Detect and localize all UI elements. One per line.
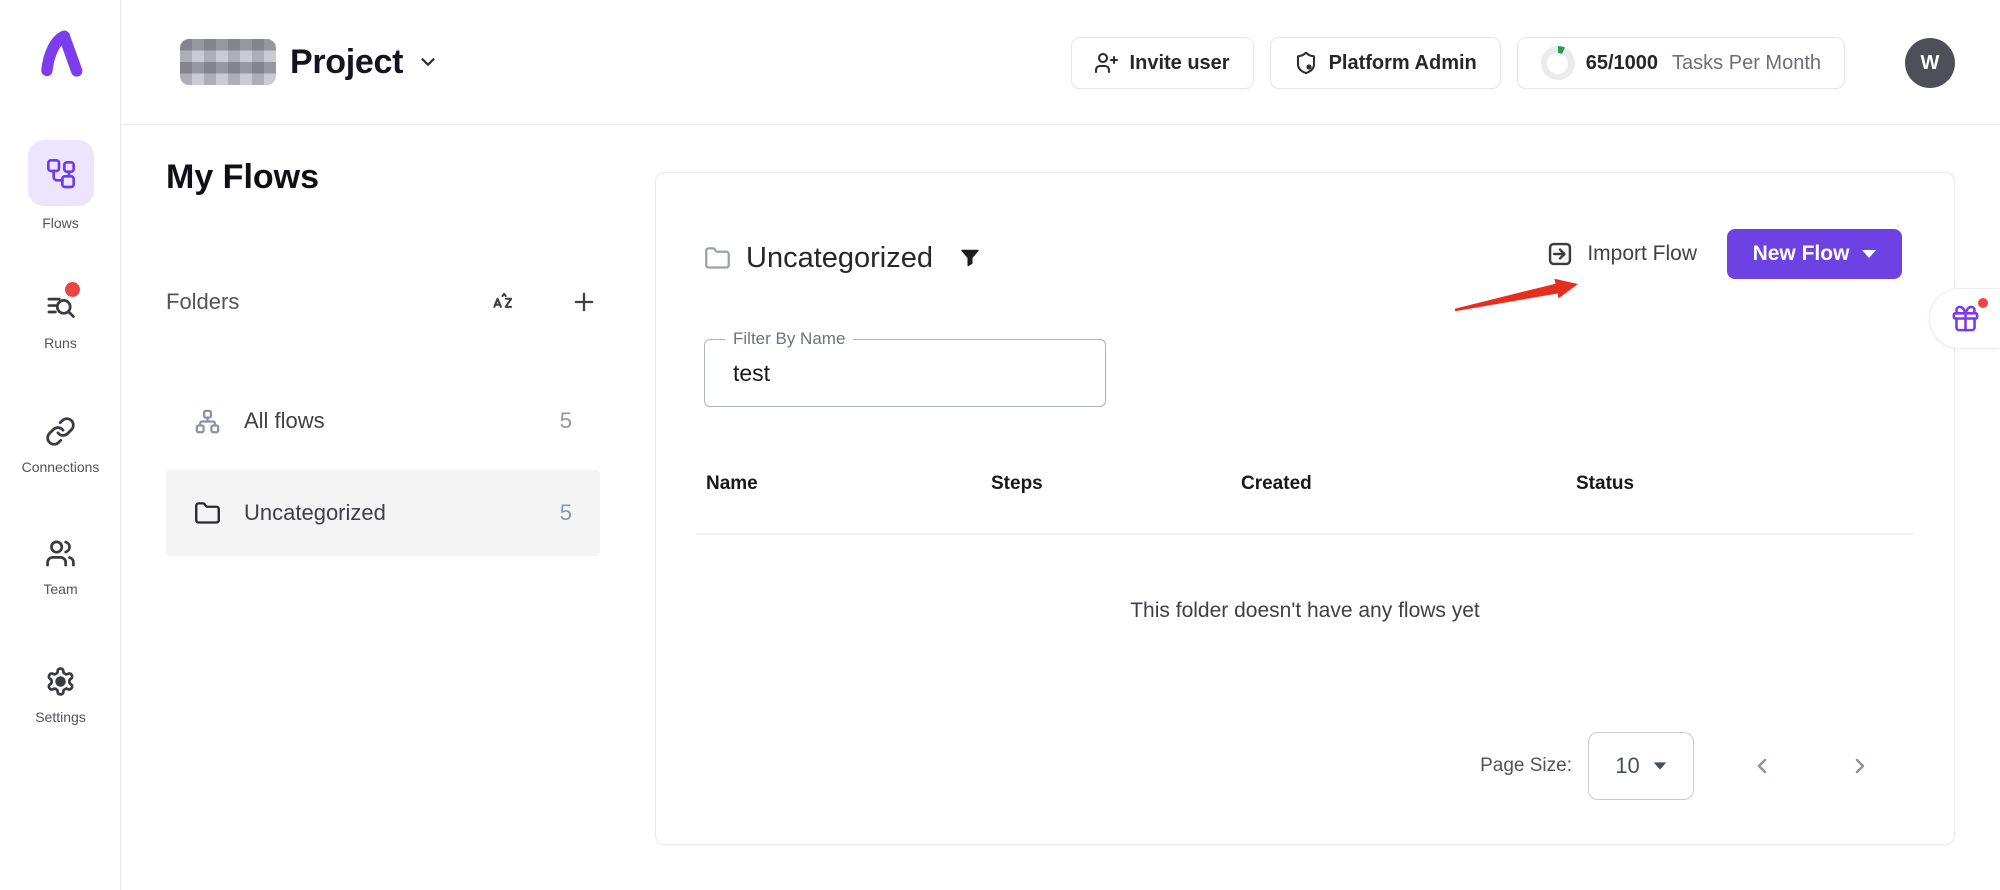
sort-alpha-icon — [490, 289, 516, 315]
sidebar-label-connections: Connections — [22, 459, 100, 475]
page-size-label: Page Size: — [1480, 755, 1572, 777]
previous-page-button[interactable] — [1746, 750, 1778, 782]
shield-icon — [1294, 51, 1318, 75]
gift-icon — [1950, 303, 1981, 334]
chevron-left-icon — [1750, 754, 1774, 778]
sidebar-item-flows[interactable]: Flows — [0, 140, 121, 231]
whats-new-gift-tab[interactable] — [1929, 288, 2000, 349]
new-flow-button[interactable]: New Flow — [1727, 229, 1902, 279]
top-actions: Invite user Platform Admin 65/1000 Tasks… — [1071, 37, 1955, 89]
sidebar-item-connections[interactable]: Connections — [0, 412, 121, 475]
users-icon — [45, 538, 76, 569]
flows-table-card: Uncategorized Import Flow New Flow Filte… — [655, 172, 1955, 845]
next-page-button[interactable] — [1844, 750, 1876, 782]
folder-icon — [704, 245, 731, 272]
sidebar-label-team: Team — [43, 581, 77, 597]
page-size-value: 10 — [1615, 753, 1639, 779]
sidebar-item-runs[interactable]: Runs — [0, 288, 121, 351]
folder-item-count: 5 — [560, 500, 572, 526]
invite-user-label: Invite user — [1130, 52, 1230, 75]
user-plus-icon — [1095, 51, 1119, 75]
page-size-select[interactable]: 10 — [1588, 732, 1694, 800]
folders-label: Folders — [166, 289, 239, 315]
sidebar-label-runs: Runs — [44, 335, 77, 351]
project-title: Project — [290, 43, 403, 82]
folder-item-uncategorized[interactable]: Uncategorized 5 — [166, 470, 600, 556]
platform-admin-label: Platform Admin — [1329, 52, 1477, 75]
tasks-label: Tasks Per Month — [1672, 52, 1821, 75]
chevron-right-icon — [1848, 754, 1872, 778]
new-flow-label: New Flow — [1753, 242, 1850, 266]
plus-icon — [570, 288, 598, 316]
sort-alpha-button[interactable] — [490, 289, 516, 315]
link-icon — [45, 416, 76, 447]
folder-item-label: All flows — [244, 408, 325, 434]
chevron-down-icon — [1653, 762, 1666, 769]
filter-by-name-input[interactable] — [705, 340, 1105, 406]
page-title: My Flows — [166, 158, 319, 197]
funnel-icon — [958, 246, 982, 270]
add-folder-button[interactable] — [570, 288, 598, 316]
workflow-icon — [45, 157, 77, 189]
chevron-down-icon — [1862, 250, 1876, 258]
pagination: Page Size: 10 — [1480, 732, 1876, 800]
icon-sidebar: Flows Runs Connections — [0, 0, 121, 890]
filter-funnel-button[interactable] — [958, 246, 982, 270]
folder-icon — [194, 500, 221, 527]
column-header-steps: Steps — [991, 473, 1241, 495]
tasks-progress-ring — [1541, 46, 1575, 80]
table-header-row: Name Steps Created Status — [706, 473, 1904, 495]
column-header-status: Status — [1576, 473, 1904, 495]
column-header-created: Created — [1241, 473, 1576, 495]
table-header-divider — [696, 533, 1914, 535]
user-avatar[interactable]: W — [1905, 38, 1955, 88]
activepieces-logo-icon — [35, 26, 87, 78]
flows-icon-box — [28, 140, 94, 206]
platform-admin-button[interactable]: Platform Admin — [1270, 37, 1501, 89]
runs-notification-dot — [65, 282, 80, 297]
tree-icon — [194, 408, 221, 435]
chevron-down-icon — [417, 51, 439, 73]
top-bar: Project Invite user Platform Admin — [121, 0, 2000, 125]
runs-icon-box — [28, 288, 94, 326]
settings-icon-box — [28, 662, 94, 700]
gift-notification-dot — [1978, 298, 1988, 308]
filter-by-name-field: Filter By Name — [704, 339, 1106, 407]
tasks-usage-widget[interactable]: 65/1000 Tasks Per Month — [1517, 37, 1845, 89]
folder-item-count: 5 — [560, 408, 572, 434]
tasks-count: 65/1000 — [1586, 52, 1658, 75]
connections-icon-box — [28, 412, 94, 450]
sidebar-label-settings: Settings — [35, 709, 86, 725]
folders-header: Folders — [166, 280, 598, 324]
card-header: Uncategorized — [704, 233, 982, 283]
folder-item-all-flows[interactable]: All flows 5 — [166, 378, 600, 464]
tasks-progress-ring-hole — [1547, 53, 1568, 74]
project-switcher[interactable]: Project — [180, 32, 439, 92]
gear-icon — [45, 666, 76, 697]
sidebar-item-settings[interactable]: Settings — [0, 662, 121, 725]
card-header-actions: Import Flow New Flow — [1546, 229, 1902, 279]
empty-state-text: This folder doesn't have any flows yet — [656, 599, 1954, 623]
card-folder-title: Uncategorized — [746, 242, 933, 275]
project-name-redacted — [180, 39, 276, 85]
import-box-arrow-icon — [1546, 240, 1574, 268]
import-flow-button[interactable]: Import Flow — [1546, 240, 1697, 268]
column-header-name: Name — [706, 473, 991, 495]
app-logo[interactable] — [0, 26, 121, 78]
import-flow-label: Import Flow — [1587, 242, 1697, 266]
sidebar-item-team[interactable]: Team — [0, 534, 121, 597]
sidebar-label-flows: Flows — [42, 215, 79, 231]
invite-user-button[interactable]: Invite user — [1071, 37, 1254, 89]
folder-item-label: Uncategorized — [244, 500, 386, 526]
team-icon-box — [28, 534, 94, 572]
